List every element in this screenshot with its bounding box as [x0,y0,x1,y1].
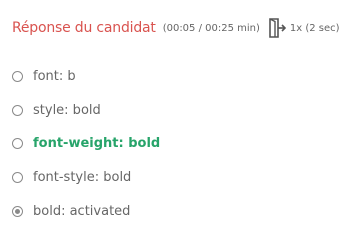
exit-door-icon[interactable] [268,18,286,38]
timer-text: (00:05 / 00:25 min) [162,22,260,34]
option-label: bold: activated [33,203,131,219]
option-label: font-style: bold [33,170,132,186]
candidate-answer-title: Réponse du candidat [12,20,156,36]
option-font-style-bold[interactable]: font-style: bold [12,161,160,195]
answer-header: Réponse du candidat (00:05 / 00:25 min) … [12,18,340,38]
option-font-weight-bold[interactable]: font-weight: bold [12,127,160,161]
option-label: style: bold [33,102,101,118]
radio-button[interactable] [12,138,23,150]
playback-speed[interactable]: 1x (2 sec) [290,23,340,34]
option-font-b[interactable]: font: b [12,60,160,94]
radio-button[interactable] [12,172,23,184]
option-bold-activated[interactable]: bold: activated [12,194,160,228]
answer-options: font: b style: bold font-weight: bold fo… [12,60,160,228]
radio-button-selected[interactable] [12,205,23,217]
option-label: font: b [33,69,76,85]
radio-button[interactable] [12,71,23,83]
option-label-correct: font-weight: bold [33,136,161,152]
radio-button[interactable] [12,104,23,116]
option-style-bold[interactable]: style: bold [12,94,160,128]
